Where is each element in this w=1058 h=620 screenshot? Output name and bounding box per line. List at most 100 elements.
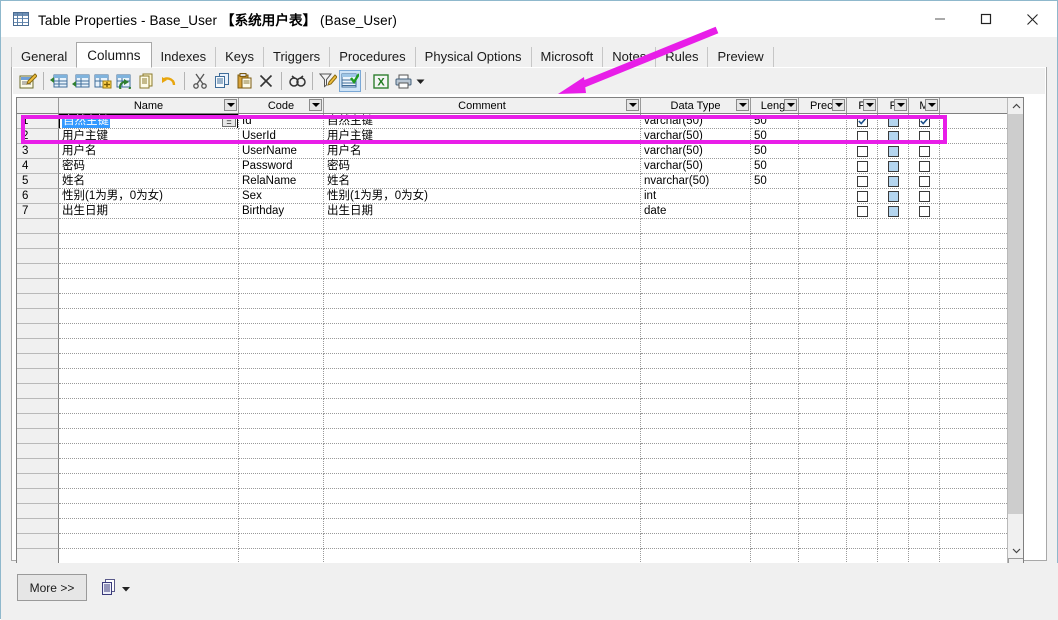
grid-cell-comment[interactable] bbox=[324, 504, 641, 519]
grid-cell-precision[interactable] bbox=[799, 504, 847, 519]
grid-cell-comment[interactable] bbox=[324, 264, 641, 279]
grid-cell-code[interactable] bbox=[239, 519, 324, 534]
grid-header-f[interactable]: F bbox=[878, 98, 909, 113]
grid-cell-name[interactable]: 自然主键 = bbox=[59, 114, 239, 129]
grid-cell-name[interactable] bbox=[59, 264, 239, 279]
grid-cell-p[interactable] bbox=[847, 444, 878, 459]
grid-cell-precision[interactable] bbox=[799, 444, 847, 459]
grid-cell-p[interactable] bbox=[847, 414, 878, 429]
grid-row-header[interactable]: 6 bbox=[17, 189, 59, 204]
grid-cell-name[interactable] bbox=[59, 309, 239, 324]
tab-procedures[interactable]: Procedures bbox=[329, 47, 416, 67]
checkbox-m[interactable] bbox=[918, 175, 930, 187]
grid-cell-p[interactable] bbox=[847, 504, 878, 519]
grid-cell-f[interactable] bbox=[878, 399, 909, 414]
grid-cell-f[interactable] bbox=[878, 444, 909, 459]
find-icon[interactable] bbox=[286, 70, 308, 92]
grid-body[interactable]: 1 自然主键 = Id 自然主键 varchar(50) 50 2 用户主键 UserId 用户主键… bbox=[17, 114, 1023, 591]
grid-cell-m[interactable] bbox=[909, 534, 940, 549]
grid-cell-comment[interactable]: 性别(1为男，0为女) bbox=[324, 189, 641, 204]
grid-row-header[interactable]: 1 bbox=[17, 114, 59, 129]
tab-columns[interactable]: Columns bbox=[76, 42, 152, 68]
checkbox-f[interactable] bbox=[887, 175, 899, 187]
grid-cell-m[interactable] bbox=[909, 504, 940, 519]
grid-row-header[interactable]: 3 bbox=[17, 144, 59, 159]
grid-cell-f[interactable] bbox=[878, 249, 909, 264]
grid-cell-datatype[interactable] bbox=[641, 504, 751, 519]
grid-cell-code[interactable] bbox=[239, 474, 324, 489]
grid-cell-precision[interactable] bbox=[799, 249, 847, 264]
checkbox-f[interactable] bbox=[887, 160, 899, 172]
grid-cell-f[interactable] bbox=[878, 369, 909, 384]
grid-cell-f[interactable] bbox=[878, 264, 909, 279]
grid-cell-code[interactable] bbox=[239, 294, 324, 309]
grid-cell-name[interactable] bbox=[59, 414, 239, 429]
grid-cell-f[interactable] bbox=[878, 474, 909, 489]
properties-icon[interactable] bbox=[17, 70, 39, 92]
grid-cell-code[interactable] bbox=[239, 264, 324, 279]
grid-cell-datatype[interactable] bbox=[641, 219, 751, 234]
grid-cell-code[interactable]: Sex bbox=[239, 189, 324, 204]
grid-cell-length[interactable] bbox=[751, 474, 799, 489]
grid-cell-p[interactable] bbox=[847, 294, 878, 309]
grid-cell-tail[interactable] bbox=[940, 519, 1009, 534]
print-icon[interactable] bbox=[392, 70, 414, 92]
name-code-sync-button[interactable]: = bbox=[222, 116, 236, 127]
table-row[interactable] bbox=[17, 294, 1023, 309]
grid-cell-m[interactable] bbox=[909, 234, 940, 249]
grid-cell-comment[interactable] bbox=[324, 339, 641, 354]
grid-cell-tail[interactable] bbox=[940, 339, 1009, 354]
chevron-down-icon[interactable] bbox=[626, 99, 639, 111]
grid-cell-name[interactable]: 用户主键 bbox=[59, 129, 239, 144]
table-row[interactable]: 7 出生日期 Birthday 出生日期 date bbox=[17, 204, 1023, 219]
tab-microsoft[interactable]: Microsoft bbox=[530, 47, 604, 67]
grid-cell-name[interactable]: 用户名 bbox=[59, 144, 239, 159]
grid-cell-name[interactable]: 性别(1为男，0为女) bbox=[59, 189, 239, 204]
grid-cell-name[interactable] bbox=[59, 279, 239, 294]
grid-cell-tail[interactable] bbox=[940, 444, 1009, 459]
grid-row-header[interactable] bbox=[17, 399, 59, 414]
grid-cell-f[interactable] bbox=[878, 294, 909, 309]
grid-cell-code[interactable] bbox=[239, 534, 324, 549]
grid-cell-length[interactable] bbox=[751, 324, 799, 339]
table-row[interactable] bbox=[17, 414, 1023, 429]
grid-row-header[interactable] bbox=[17, 414, 59, 429]
grid-cell-code[interactable]: UserName bbox=[239, 144, 324, 159]
grid-cell-comment[interactable] bbox=[324, 534, 641, 549]
grid-cell-p[interactable] bbox=[847, 279, 878, 294]
grid-cell-length[interactable] bbox=[751, 309, 799, 324]
grid-cell-m[interactable] bbox=[909, 309, 940, 324]
grid-cell-f[interactable] bbox=[878, 189, 909, 204]
grid-cell-length[interactable] bbox=[751, 534, 799, 549]
checkbox-m[interactable] bbox=[918, 130, 930, 142]
grid-cell-precision[interactable] bbox=[799, 189, 847, 204]
tab-keys[interactable]: Keys bbox=[215, 47, 264, 67]
grid-cell-datatype[interactable] bbox=[641, 324, 751, 339]
grid-cell-tail[interactable] bbox=[940, 294, 1009, 309]
grid-cell-datatype[interactable] bbox=[641, 234, 751, 249]
grid-cell-precision[interactable] bbox=[799, 279, 847, 294]
grid-cell-p[interactable] bbox=[847, 534, 878, 549]
table-row[interactable] bbox=[17, 519, 1023, 534]
grid-cell-length[interactable] bbox=[751, 189, 799, 204]
grid-cell-f[interactable] bbox=[878, 384, 909, 399]
grid-cell-m[interactable] bbox=[909, 474, 940, 489]
grid-cell-m[interactable] bbox=[909, 144, 940, 159]
chevron-down-icon[interactable] bbox=[925, 99, 938, 111]
grid-cell-name[interactable] bbox=[59, 339, 239, 354]
chevron-down-icon[interactable] bbox=[784, 99, 797, 111]
grid-header-p[interactable]: P bbox=[847, 98, 878, 113]
paste-icon[interactable] bbox=[233, 70, 255, 92]
copy-icon[interactable] bbox=[211, 70, 233, 92]
customize-columns-icon[interactable] bbox=[339, 70, 361, 92]
grid-cell-name[interactable]: 密码 bbox=[59, 159, 239, 174]
grid-row-header[interactable]: 2 bbox=[17, 129, 59, 144]
chevron-down-icon[interactable] bbox=[736, 99, 749, 111]
grid-cell-p[interactable] bbox=[847, 459, 878, 474]
grid-cell-datatype[interactable]: nvarchar(50) bbox=[641, 174, 751, 189]
grid-cell-m[interactable] bbox=[909, 459, 940, 474]
grid-cell-tail[interactable] bbox=[940, 219, 1009, 234]
grid-cell-tail[interactable] bbox=[940, 309, 1009, 324]
export-excel-icon[interactable]: X bbox=[370, 70, 392, 92]
grid-header-datatype[interactable]: Data Type bbox=[641, 98, 751, 113]
